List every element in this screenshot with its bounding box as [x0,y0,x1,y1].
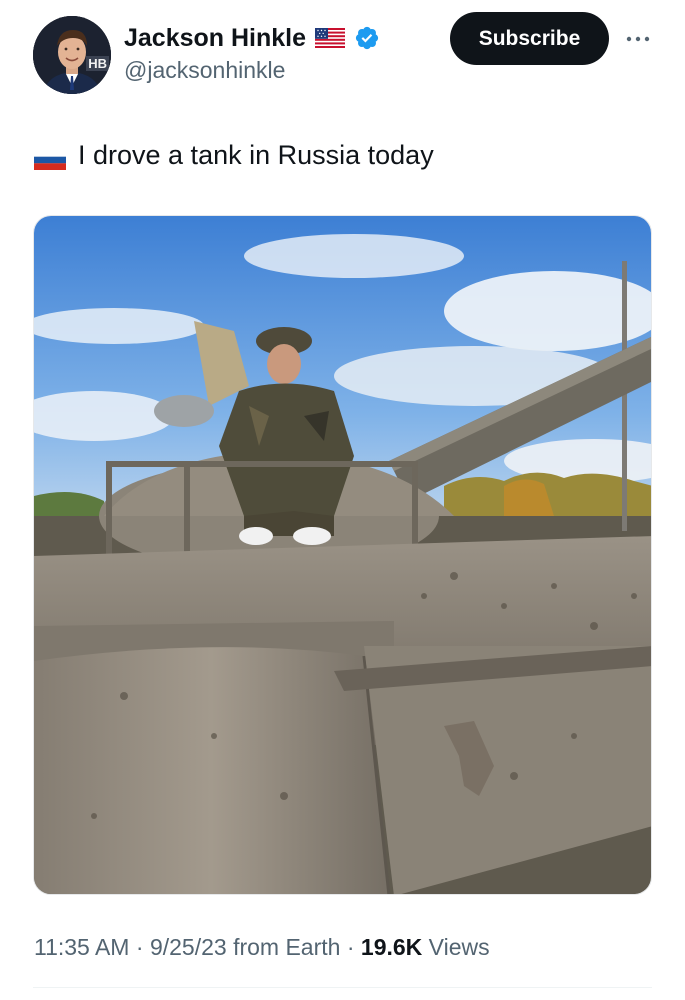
us-flag-icon [315,28,346,48]
tweet-text: I drove a tank in Russia today [34,140,434,171]
tweet-time[interactable]: 11:35 AM [34,934,129,960]
meta-separator: · [135,934,144,960]
author-name-row: Jackson Hinkle [124,22,380,54]
verified-badge-icon[interactable] [354,25,380,51]
views-label[interactable]: Views [429,934,490,960]
divider [33,987,652,988]
meta-separator: · [346,934,355,960]
tweet-body: I drove a tank in Russia today [78,140,434,170]
author-display-name[interactable]: Jackson Hinkle [124,24,306,53]
photo-tank-scene [34,216,651,894]
author-handle[interactable]: @jacksonhinkle [124,57,285,84]
views-count[interactable]: 19.6K [361,934,422,960]
avatar[interactable]: HB [33,16,111,94]
avatar-image [33,16,111,94]
tweet-photo[interactable] [33,215,652,895]
more-options-icon[interactable] [625,26,651,52]
tweet-meta: 11:35 AM · 9/25/23 from Earth · 19.6K Vi… [34,934,490,961]
tweet-source: from Earth [233,934,341,960]
subscribe-button[interactable]: Subscribe [450,12,609,65]
russia-flag-icon [34,146,66,170]
tweet-date[interactable]: 9/25/23 [150,934,227,960]
avatar-badge: HB [86,56,109,71]
